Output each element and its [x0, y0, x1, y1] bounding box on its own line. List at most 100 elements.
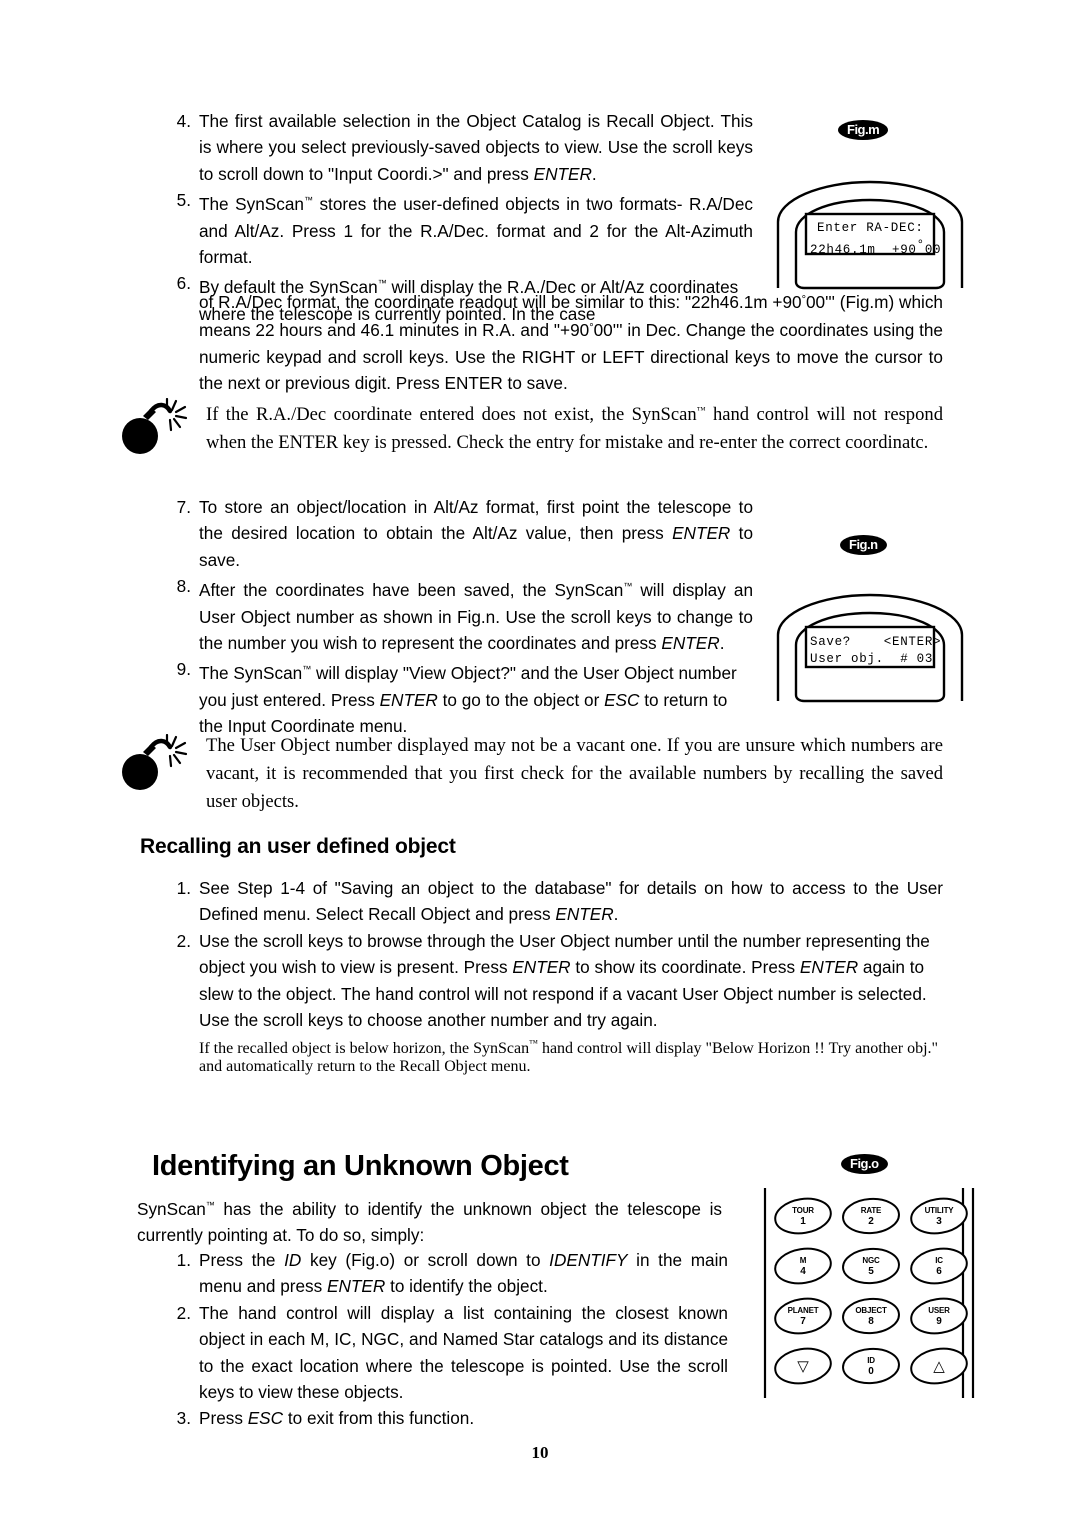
triangle-up-icon: △ — [933, 1357, 945, 1375]
warning-note-text: The User Object number displayed may not… — [206, 732, 943, 816]
keypad-key-utility[interactable]: UTILITY 3 — [909, 1196, 969, 1236]
key-digit-label: 8 — [868, 1316, 874, 1327]
key-label: ▽ — [773, 1346, 833, 1386]
key-function-label: UTILITY — [924, 1206, 954, 1215]
trademark-icon: ™ — [302, 664, 312, 675]
keypad-key-rate[interactable]: RATE 2 — [841, 1196, 901, 1236]
figure-m-lcd-dec: 00 — [924, 243, 942, 257]
list-item: 4. The first available selection in the O… — [163, 108, 753, 187]
list-item-marker: 1. — [176, 1250, 191, 1270]
list-item-text: The SynScan™ stores the user-defined obj… — [199, 187, 753, 270]
list-item-marker: 7. — [176, 497, 191, 517]
key-label: △ — [909, 1346, 969, 1386]
key-function-label: NGC — [862, 1256, 880, 1265]
emphasis-text: IDENTIFY — [549, 1250, 628, 1270]
figure-n: Fig.n Save? <ENTER> User obj. # 03 — [760, 525, 980, 703]
key-function-label: USER — [928, 1306, 950, 1315]
text-run: The first available selection in the Obj… — [199, 111, 753, 184]
key-label: IC 6 — [909, 1246, 969, 1286]
numbered-list-identifying: 1. Press the ID key (Fig.o) or scroll dow… — [163, 1247, 728, 1432]
figure-m-lcd-line2: 22h46.1m +90°00 — [810, 238, 941, 258]
key-digit-label: 5 — [868, 1266, 874, 1277]
text-run: to show its coordinate. Press — [570, 957, 800, 978]
text-run: If the recalled object is below horizon,… — [199, 1040, 530, 1057]
key-function-label: RATE — [860, 1206, 882, 1215]
list-item-text: After the coordinates have been saved, t… — [199, 573, 753, 656]
key-digit-label: 4 — [800, 1266, 806, 1277]
keypad-key-scroll-up[interactable]: △ — [909, 1346, 969, 1386]
emphasis-text: ESC — [604, 689, 640, 710]
list-item-marker: 2. — [176, 930, 191, 951]
keypad-key-scroll-down[interactable]: ▽ — [773, 1346, 833, 1386]
text-run: to go to the object or — [437, 689, 605, 710]
text-run: . — [591, 163, 597, 184]
key-function-label: TOUR — [792, 1206, 814, 1215]
keypad-key-tour[interactable]: TOUR 1 — [773, 1196, 833, 1236]
figure-o-badge: Fig.o — [841, 1154, 888, 1174]
keypad-key-planet[interactable]: PLANET 7 — [773, 1296, 833, 1336]
list-item-text: Use the scroll keys to browse through th… — [199, 928, 943, 1034]
keypad-key-ngc[interactable]: NGC 5 — [841, 1246, 901, 1286]
keypad-key-id[interactable]: ID 0 — [841, 1346, 901, 1386]
figure-n-lcd-line1: Save? <ENTER> — [810, 635, 942, 649]
text-run: key (Fig.o) or scroll down to — [301, 1250, 550, 1270]
list-item-text: The first available selection in the Obj… — [199, 108, 753, 187]
text-run: If the R.A./Dec coordinate entered does … — [206, 404, 697, 425]
emphasis-text: ESC — [247, 1408, 284, 1429]
text-run: to exit from this function. — [283, 1408, 475, 1429]
paragraph-identify-intro: SynScan™ has the ability to identify the… — [137, 1192, 722, 1249]
text-run: To store an object/location in Alt/Az fo… — [199, 497, 753, 544]
emphasis-text: ENTER — [533, 163, 592, 184]
list-item-marker: 5. — [176, 190, 191, 211]
figure-n-lcd-line2: User obj. # 03 — [810, 652, 934, 666]
figure-n-badge: Fig.n — [840, 535, 887, 555]
list-item-marker: 2. — [176, 1302, 191, 1323]
numbered-list-recalling: 1. See Step 1-4 of "Saving an object to t… — [163, 875, 943, 1033]
key-digit-label: 9 — [936, 1316, 942, 1327]
figure-o: Fig.o TOUR 1 RATE 2 UTILITY 3 M 4 NGC 5 IC 6 PLANET 7… — [755, 1148, 985, 1398]
key-label: TOUR 1 — [773, 1196, 833, 1236]
trademark-icon: ™ — [696, 405, 706, 415]
key-function-label: M — [799, 1256, 807, 1265]
list-item-text: Press ESC to exit from this function. — [199, 1405, 728, 1431]
key-label: RATE 2 — [841, 1196, 901, 1236]
list-item-text: See Step 1-4 of "Saving an object to the… — [199, 875, 943, 928]
text-run: The User Object number displayed may not… — [206, 735, 943, 812]
key-label: NGC 5 — [841, 1246, 901, 1286]
list-item: 1. Press the ID key (Fig.o) or scroll dow… — [163, 1247, 728, 1300]
keypad-key-object[interactable]: OBJECT 8 — [841, 1296, 901, 1336]
key-digit-label: 3 — [936, 1216, 942, 1227]
keypad-key-m[interactable]: M4 — [773, 1246, 833, 1286]
warning-note-coordinate: If the R.A./Dec coordinate entered does … — [118, 396, 943, 491]
text-run: . — [719, 633, 725, 654]
key-digit-label: 2 — [868, 1216, 874, 1227]
key-label: USER 9 — [909, 1296, 969, 1336]
bomb-icon — [118, 397, 190, 458]
key-label: UTILITY 3 — [909, 1196, 969, 1236]
list-item: 5. The SynScan™ stores the user-defined o… — [163, 187, 753, 270]
key-label: OBJECT 8 — [841, 1296, 901, 1336]
key-function-label: IC — [935, 1256, 943, 1265]
keypad-key-ic[interactable]: IC 6 — [909, 1246, 969, 1286]
figure-m-lcd-line1: Enter RA-DEC: — [817, 221, 924, 235]
key-label: M4 — [773, 1246, 833, 1286]
trademark-icon: ™ — [303, 195, 313, 206]
key-digit-label: 7 — [800, 1316, 806, 1327]
list-item-marker: 8. — [176, 576, 191, 597]
keypad-grid: TOUR 1 RATE 2 UTILITY 3 M 4 NGC 5 IC 6 PLANET 7 OBJECT… — [773, 1196, 968, 1396]
degree-symbol-icon: ° — [916, 238, 925, 252]
key-function-label: PLANET — [787, 1306, 819, 1315]
emphasis-text: ENTER — [379, 689, 438, 710]
list-item: 2. Use the scroll keys to browse through … — [163, 928, 943, 1034]
heading-recalling-user-defined-object: Recalling an user defined object — [140, 835, 456, 858]
bomb-icon — [118, 733, 190, 794]
emphasis-text: ENTER — [327, 1276, 386, 1297]
paragraph-below-horizon: If the recalled object is below horizon,… — [199, 1038, 943, 1076]
trademark-icon: ™ — [623, 581, 633, 592]
emphasis-text: ENTER — [672, 523, 731, 544]
list-item-marker: 4. — [176, 111, 191, 131]
keypad-key-user[interactable]: USER 9 — [909, 1296, 969, 1336]
text-run: The SynScan — [199, 194, 304, 215]
list-item: 3. Press ESC to exit from this function. — [163, 1405, 728, 1431]
key-digit-label: 6 — [936, 1266, 942, 1277]
